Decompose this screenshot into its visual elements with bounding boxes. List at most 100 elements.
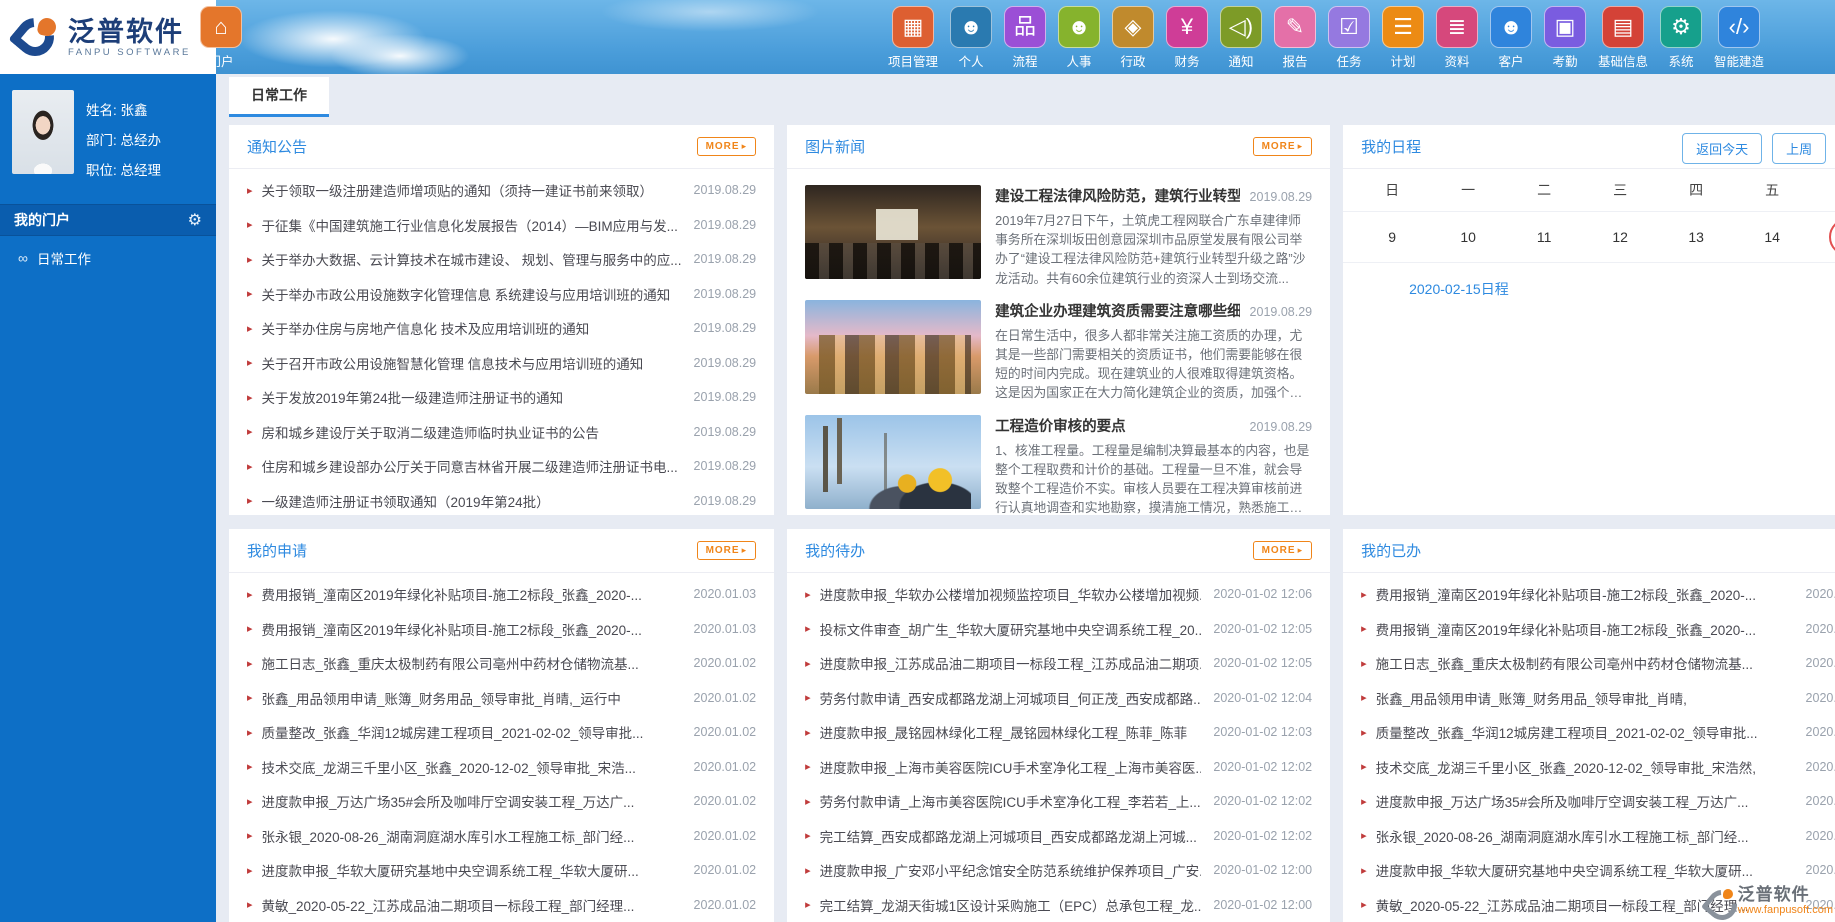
calendar-date[interactable]: 10 <box>1430 212 1506 262</box>
item-date: 2020.01.02 <box>693 656 757 671</box>
item-date: 2020.01.02 <box>693 863 757 878</box>
list-item[interactable]: ▸ 费用报销_潼南区2019年绿化补贴项目-施工2标段_张鑫_2020-... … <box>1361 612 1835 647</box>
nav-portal[interactable]: ⌂ 门户 <box>200 6 242 70</box>
nav-attendance[interactable]: ▣ 考勤 <box>1544 6 1587 70</box>
list-item[interactable]: ▸ 黄敏_2020-05-22_江苏成品油二期项目一标段工程_部门经理... 2… <box>247 888 756 922</box>
list-item[interactable]: ▸ 关于召开市政公用设施智慧化管理 信息技术与应用培训班的通知 2019.08.… <box>247 346 756 381</box>
news-item[interactable]: 建设工程法律风险防范，建筑行业转型升级之路沙龙活动 2019.08.29 201… <box>805 185 1312 288</box>
list-item[interactable]: ▸ 进度款申报_广安邓小平纪念馆安全防范系统维护保养项目_广安... 2020-… <box>805 853 1312 888</box>
list-item[interactable]: ▸ 住房和城乡建设部办公厅关于同意吉林省开展二级建造师注册证书电... 2019… <box>247 449 756 484</box>
schedule-controls: 返回今天 上周 <box>1682 133 1827 164</box>
module-label: 智能建造 <box>1714 55 1765 69</box>
calendar-date[interactable]: 13 <box>1658 212 1734 262</box>
nav-smart-build[interactable]: ‹/› 智能建造 <box>1714 6 1764 70</box>
nav-finance[interactable]: ¥ 财务 <box>1166 6 1209 70</box>
user-profile: 姓名: 张鑫 部门: 总经办 职位: 总经理 <box>0 74 216 204</box>
nav-document[interactable]: ≣ 资料 <box>1436 6 1479 70</box>
module-icon: ▦ <box>892 6 934 48</box>
calendar-date[interactable]: 9 <box>1354 212 1430 262</box>
news-summary: 1、核准工程量。工程量是编制决算最基本的内容，也是整个工程取费和计价的基础。工程… <box>995 442 1310 516</box>
calendar-date[interactable]: 11 <box>1506 212 1582 262</box>
list-item[interactable]: ▸ 完工结算_西安成都路龙湖上河城项目_西安成都路龙湖上河城... 2020-0… <box>805 819 1312 854</box>
list-item[interactable]: ▸ 关于举办大数据、云计算技术在城市建设、 规划、管理与服务中的应... 201… <box>247 242 756 277</box>
list-item[interactable]: ▸ 进度款申报_万达广场35#会所及咖啡厅空调安装工程_万达广... 2020.… <box>1361 784 1835 819</box>
prev-week-button[interactable]: 上周 <box>1772 133 1827 164</box>
bullet-icon: ▸ <box>247 795 253 808</box>
list-item[interactable]: ▸ 施工日志_张鑫_重庆太极制药有限公司亳州中药材仓储物流基... 2020.0… <box>247 646 756 681</box>
nav-task[interactable]: ☑ 任务 <box>1328 6 1371 70</box>
list-item[interactable]: ▸ 投标文件审查_胡广生_华软大厦研究基地中央空调系统工程_20... 2020… <box>805 612 1312 647</box>
module-icon-glyph: ▣ <box>1554 14 1576 39</box>
brand-logo[interactable]: 泛普软件 FANPU SOFTWARE <box>0 0 216 74</box>
list-item[interactable]: ▸ 费用报销_潼南区2019年绿化补贴项目-施工2标段_张鑫_2020-... … <box>247 577 756 612</box>
list-item[interactable]: ▸ 费用报销_潼南区2019年绿化补贴项目-施工2标段_张鑫_2020-... … <box>247 612 756 647</box>
sidebar-item-daily-work[interactable]: ∞ 日常工作 <box>0 236 216 280</box>
list-item[interactable]: ▸ 施工日志_张鑫_重庆太极制药有限公司亳州中药材仓储物流基... 2020.0… <box>1361 646 1835 681</box>
list-item[interactable]: ▸ 于征集《中国建筑施工行业信息化发展报告（2014）—BIM应用与发... 2… <box>247 208 756 243</box>
more-button[interactable]: MORE ▸ <box>696 541 757 560</box>
list-item[interactable]: ▸ 张鑫_用品领用申请_账簿_财务用品_领导审批_肖晴, 2020.01.02 <box>1361 681 1835 716</box>
sidebar-section-label: 我的门户 <box>14 212 70 228</box>
module-icon-glyph: ▤ <box>1612 14 1634 39</box>
nav-project-management[interactable]: ▦ 项目管理 <box>888 6 938 70</box>
list-item[interactable]: ▸ 关于领取一级注册建造师增项贴的通知（须持一建证书前来领取） 2019.08.… <box>247 173 756 208</box>
nav-report[interactable]: ✎ 报告 <box>1274 6 1317 70</box>
back-to-today-button[interactable]: 返回今天 <box>1682 133 1763 164</box>
list-item[interactable]: ▸ 费用报销_潼南区2019年绿化补贴项目-施工2标段_张鑫_2020-... … <box>1361 577 1835 612</box>
nav-notice[interactable]: ◁) 通知 <box>1220 6 1263 70</box>
list-item[interactable]: ▸ 技术交底_龙湖三千里小区_张鑫_2020-12-02_领导审批_宋浩然, 2… <box>1361 750 1835 785</box>
nav-hr[interactable]: ☻ 人事 <box>1058 6 1101 70</box>
news-item[interactable]: 工程造价审核的要点 2019.08.29 1、核准工程量。工程量是编制决算最基本… <box>805 414 1312 516</box>
list-item[interactable]: ▸ 劳务付款申请_上海市美容医院ICU手术室净化工程_李若若_上... 2020… <box>805 784 1312 819</box>
nav-personal[interactable]: ☻ 个人 <box>950 6 993 70</box>
list-item[interactable]: ▸ 进度款申报_华软大厦研究基地中央空调系统工程_华软大厦研... 2020.0… <box>1361 853 1835 888</box>
more-button[interactable]: MORE ▸ <box>696 137 757 156</box>
bullet-icon: ▸ <box>805 795 811 808</box>
nav-workflow[interactable]: 品 流程 <box>1004 6 1047 70</box>
calendar-date[interactable]: 14 <box>1734 212 1810 262</box>
nav-system[interactable]: ⚙ 系统 <box>1660 6 1703 70</box>
list-item[interactable]: ▸ 质量整改_张鑫_华润12城房建工程项目_2021-02-02_领导审批...… <box>247 715 756 750</box>
tab-daily-work[interactable]: 日常工作 <box>229 77 329 117</box>
home-icon: ⌂ <box>200 6 242 48</box>
list-item[interactable]: ▸ 进度款申报_江苏成品油二期项目一标段工程_江苏成品油二期项... 2020-… <box>805 646 1312 681</box>
list-item[interactable]: ▸ 进度款申报_万达广场35#会所及咖啡厅空调安装工程_万达广... 2020.… <box>247 784 756 819</box>
list-item[interactable]: ▸ 张鑫_用品领用申请_账簿_财务用品_领导审批_肖晴,_运行中 2020.01… <box>247 681 756 716</box>
more-button[interactable]: MORE ▸ <box>1252 137 1313 156</box>
list-item[interactable]: ▸ 关于举办住房与房地产信息化 技术及应用培训班的通知 2019.08.29 <box>247 311 756 346</box>
list-item[interactable]: ▸ 进度款申报_华软办公楼增加视频监控项目_华软办公楼增加视频... 2020-… <box>805 577 1312 612</box>
gear-icon[interactable]: ⚙ <box>188 210 202 230</box>
nav-admin[interactable]: ◈ 行政 <box>1112 6 1155 70</box>
list-item[interactable]: ▸ 房和城乡建设厅关于取消二级建造师临时执业证书的公告 2019.08.29 <box>247 415 756 450</box>
schedule-date-label[interactable]: 2020-02-15日程 <box>1343 263 1835 299</box>
list-item[interactable]: ▸ 张永银_2020-08-26_湖南洞庭湖水库引水工程施工标_部门经... 2… <box>1361 819 1835 854</box>
list-item[interactable]: ▸ 劳务付款申请_西安成都路龙湖上河城项目_何正茂_西安成都路... 2020-… <box>805 681 1312 716</box>
module-icon-glyph: ☻ <box>1499 14 1523 39</box>
list-item[interactable]: ▸ 进度款申报_晟铭园林绿化工程_晟铭园林绿化工程_陈菲_陈菲 2020-01-… <box>805 715 1312 750</box>
list-item[interactable]: ▸ 完工结算_龙湖天街城1区设计采购施工（EPC）总承包工程_龙... 2020… <box>805 888 1312 922</box>
list-item[interactable]: ▸ 张永银_2020-08-26_湖南洞庭湖水库引水工程施工标_部门经... 2… <box>247 819 756 854</box>
panel-my-applications: 我的申请 MORE ▸ ▸ 费用报销_潼南区2019年绿化补贴项目-施工2标段_张… <box>229 529 775 922</box>
nav-plan[interactable]: ☰ 计划 <box>1382 6 1425 70</box>
module-icon: ◈ <box>1112 6 1155 48</box>
column-center: 图片新闻 MORE▸ 建设工程法律风险防范，建筑行业转型升级之路沙龙活动 <box>787 125 1331 922</box>
list-item[interactable]: ▸ 关于发放2019年第24批一级建造师注册证书的通知 2019.08.29 <box>247 380 756 415</box>
list-item[interactable]: ▸ 关于举办市政公用设施数字化管理信息 系统建设与应用培训班的通知 2019.0… <box>247 277 756 312</box>
list-item[interactable]: ▸ 一级建造师注册证书领取通知（2019年第24批） 2019.08.29 <box>247 484 756 516</box>
bullet-icon: ▸ <box>247 357 253 370</box>
list-item[interactable]: ▸ 进度款申报_上海市美容医院ICU手术室净化工程_上海市美容医... 2020… <box>805 750 1312 785</box>
sidebar-section-my-portal[interactable]: 我的门户 ⚙ <box>0 204 216 236</box>
more-button[interactable]: MORE ▸ <box>1252 541 1313 560</box>
nav-basic-info[interactable]: ▤ 基础信息 <box>1598 6 1648 70</box>
module-icon: ◁) <box>1220 6 1263 48</box>
list-item[interactable]: ▸ 质量整改_张鑫_华润12城房建工程项目_2021-02-02_领导审批...… <box>1361 715 1835 750</box>
news-item[interactable]: 建筑企业办理建筑资质需要注意哪些细节 2019.08.29 在日常生活中，很多人… <box>805 299 1312 403</box>
list-item[interactable]: ▸ 进度款申报_华软大厦研究基地中央空调系统工程_华软大厦研... 2020.0… <box>247 853 756 888</box>
calendar-date[interactable]: 12 <box>1582 212 1658 262</box>
calendar-date[interactable]: 15 <box>1810 212 1835 262</box>
nav-customer[interactable]: ☻ 客户 <box>1490 6 1533 70</box>
item-date: 2020.01.02 <box>1805 863 1835 878</box>
item-text: 张鑫_用品领用申请_账簿_财务用品_领导审批_肖晴, <box>1375 691 1687 707</box>
profile-photo[interactable] <box>12 90 74 174</box>
list-item[interactable]: ▸ 技术交底_龙湖三千里小区_张鑫_2020-12-02_领导审批_宋浩... … <box>247 750 756 785</box>
